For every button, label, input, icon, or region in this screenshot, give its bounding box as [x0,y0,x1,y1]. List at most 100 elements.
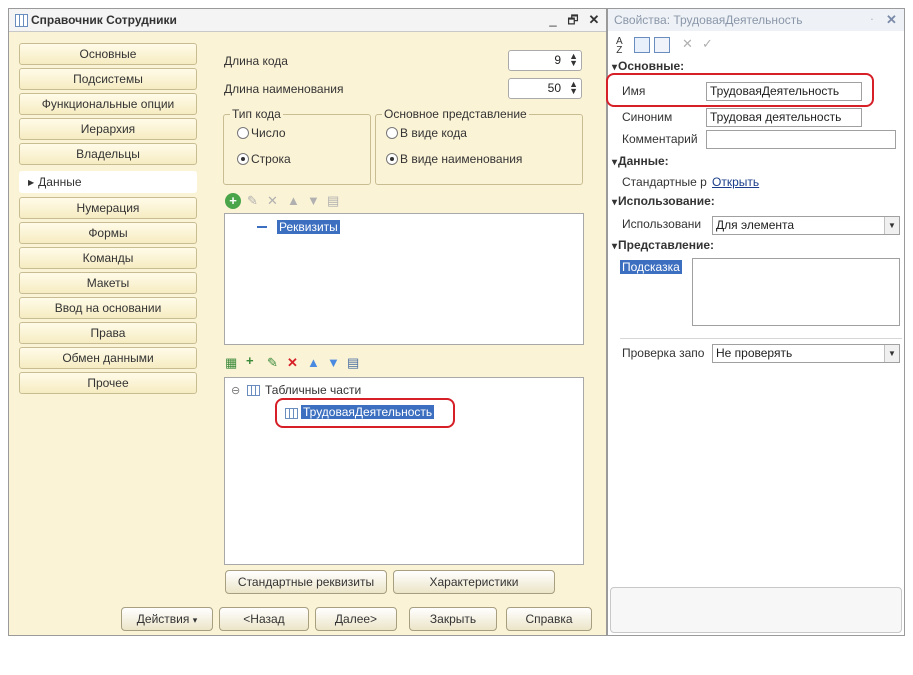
nav-item-owners[interactable]: Владельцы [19,143,197,165]
properties-close-button[interactable]: ✕ [886,12,897,28]
nav-item-data[interactable]: Данные [19,171,197,193]
hint-textarea[interactable] [692,258,900,326]
actions-button[interactable]: Действия ▾ [121,607,213,631]
code-length-value: 9 [554,53,561,67]
fill-check-value: Не проверять [716,346,793,360]
nav-item-basic[interactable]: Основные [19,43,197,65]
minimize-button[interactable]: _ [545,11,561,29]
section-usage[interactable]: Использование: [612,194,715,208]
highlight-frame [606,73,874,107]
code-type-number-radio[interactable] [237,127,249,139]
delete-icon[interactable]: ✕ [287,355,298,371]
add-column-icon[interactable]: + [246,353,254,368]
code-length-label: Длина кода [224,54,288,68]
main-repr-legend: Основное представление [384,107,527,121]
tabular-sections-tree[interactable]: ⊖ Табличные части ТрудоваяДеятельность [224,377,584,565]
nav-item-data-exchange[interactable]: Обмен данными [19,347,197,369]
std-attrs-open-link[interactable]: Открыть [712,175,759,189]
sort-icon[interactable]: ▤ [327,193,339,209]
add-attribute-icon[interactable]: + [225,193,241,209]
nav-item-templates[interactable]: Макеты [19,272,197,294]
code-type-string-label: Строка [251,152,291,166]
edit-icon[interactable]: ✎ [267,355,278,371]
move-down-icon[interactable]: ▼ [327,355,340,370]
collapse-icon[interactable]: ⊖ [231,384,240,397]
section-presentation[interactable]: Представление: [612,238,714,252]
nav-label: Владельцы [76,147,140,161]
properties-titlebar: Свойства: ТрудоваяДеятельность ᐧ ✕ [608,9,904,31]
collapse-icon[interactable] [257,226,267,228]
pin-icon[interactable]: ᐧ [870,12,873,28]
chevron-down-icon[interactable]: ▼ [884,345,899,362]
edit-icon[interactable]: ✎ [247,193,258,209]
usage-label: Использовани [622,217,702,231]
name-length-stepper[interactable]: 50 ▲ ▼ [508,78,582,99]
usage-select[interactable]: Для элемента ▼ [712,216,900,235]
standard-attributes-button[interactable]: Стандартные реквизиты [225,570,387,594]
fill-check-select[interactable]: Не проверять ▼ [712,344,900,363]
back-button[interactable]: <Назад [219,607,309,631]
spin-arrows-icon[interactable]: ▲ ▼ [569,52,578,68]
nav-label: Макеты [86,276,130,290]
delete-icon[interactable]: ✕ [267,193,278,209]
move-up-icon[interactable]: ▲ [287,193,300,208]
nav-item-other[interactable]: Прочее [19,372,197,394]
synonym-field[interactable]: Трудовая деятельность [706,108,862,127]
restore-button[interactable]: 🗗 [565,11,581,29]
code-length-stepper[interactable]: 9 ▲ ▼ [508,50,582,71]
table-icon [247,385,260,396]
hint-label: Подсказка [620,260,682,274]
help-button[interactable]: Справка [506,607,592,631]
synonym-label: Синоним [622,110,673,124]
sort-icon[interactable]: ▤ [347,355,359,371]
code-type-group: Тип кода [223,107,371,185]
nav-item-functional-options[interactable]: Функциональные опции [19,93,197,115]
nav-item-input-by-basis[interactable]: Ввод на основании [19,297,197,319]
nav-item-subsystems[interactable]: Подсистемы [19,68,197,90]
clear-icon[interactable]: ✕ [682,36,693,52]
synonym-value: Трудовая деятельность [710,110,842,124]
add-table-icon[interactable]: ▦ [225,355,237,371]
nav-label: Права [90,326,126,340]
repr-as-name-radio[interactable] [386,153,398,165]
catalog-window: Справочник Сотрудники _ 🗗 ✕ Основные Под… [8,8,607,636]
nav-item-numbering[interactable]: Нумерация [19,197,197,219]
nav-label: Ввод на основании [54,301,162,315]
comment-field[interactable] [706,130,896,149]
section-basic[interactable]: Основные: [612,59,684,73]
sort-alpha-icon[interactable]: AZ [616,37,623,56]
window-title: Справочник Сотрудники [31,13,177,27]
filter-icon[interactable] [654,37,670,53]
attributes-root[interactable]: Реквизиты [277,220,340,234]
name-length-value: 50 [547,81,561,95]
characteristics-button[interactable]: Характеристики [393,570,555,594]
nav-label: Данные [20,172,196,194]
properties-panel: Свойства: ТрудоваяДеятельность ᐧ ✕ AZ ✕ … [606,8,905,636]
close-window-button[interactable]: Закрыть [409,607,497,631]
fill-check-label: Проверка запо [622,346,705,360]
nav-item-forms[interactable]: Формы [19,222,197,244]
code-type-string-radio[interactable] [237,153,249,165]
repr-as-code-radio[interactable] [386,127,398,139]
catalog-icon [15,14,28,27]
move-down-icon[interactable]: ▼ [307,193,320,208]
chevron-down-icon[interactable]: ▼ [884,217,899,234]
section-data[interactable]: Данные: [612,154,669,168]
nav-item-rights[interactable]: Права [19,322,197,344]
nav-label: Функциональные опции [41,97,175,111]
nav-item-commands[interactable]: Команды [19,247,197,269]
repr-as-code-label: В виде кода [400,126,467,140]
comment-label: Комментарий [622,132,698,146]
close-button[interactable]: ✕ [586,11,602,29]
next-button[interactable]: Далее> [315,607,397,631]
apply-icon[interactable]: ✓ [702,36,713,52]
actions-label: Действия [136,612,190,626]
move-up-icon[interactable]: ▲ [307,355,320,370]
std-attrs-label: Стандартные р [622,175,707,189]
nav-label: Подсистемы [73,72,143,86]
attributes-tree[interactable]: Реквизиты [224,213,584,345]
categorized-icon[interactable] [634,37,650,53]
nav-item-hierarchy[interactable]: Иерархия [19,118,197,140]
main-repr-group: Основное представление [375,107,583,185]
spin-arrows-icon[interactable]: ▲ ▼ [569,80,578,96]
